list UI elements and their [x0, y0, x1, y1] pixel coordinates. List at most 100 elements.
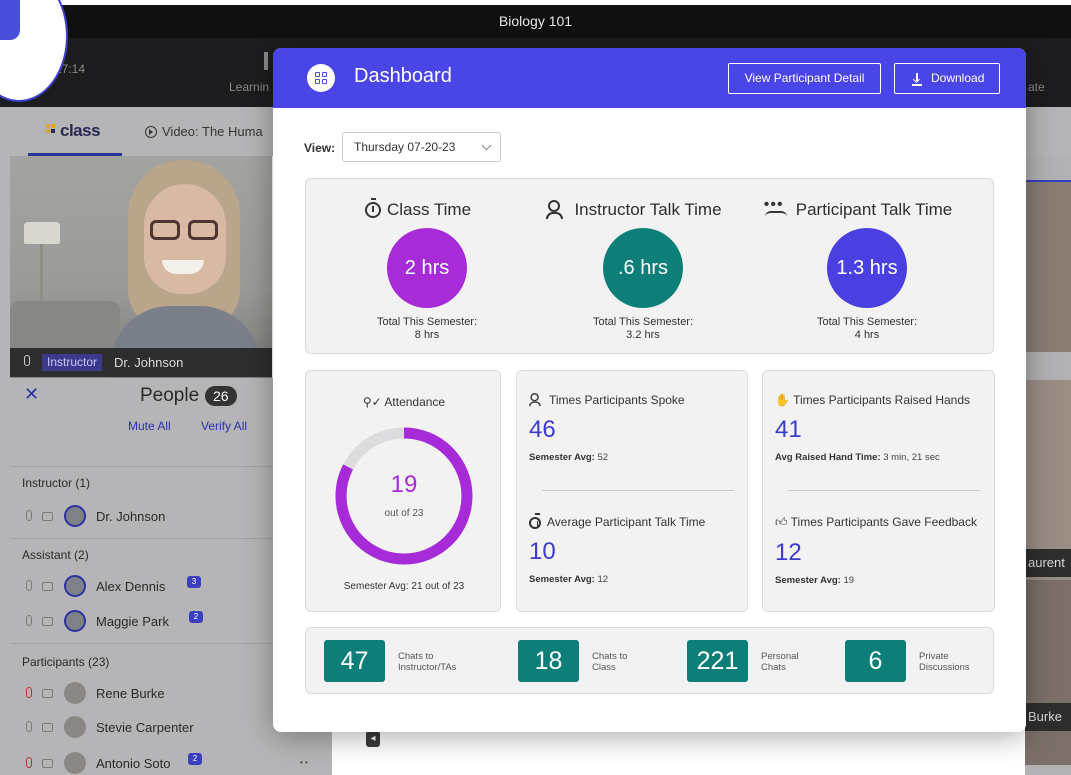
metric-sub-value: 4 hrs	[854, 329, 880, 341]
speaking-stats-panel: Times Participants Spoke 46 Semester Avg…	[516, 370, 748, 612]
people-title: People	[140, 385, 200, 406]
chevron-down-icon	[481, 140, 492, 151]
camera-icon[interactable]	[42, 689, 53, 698]
tab-video[interactable]: Video: The Huma	[145, 124, 263, 139]
stat-feedback: 👍︎ Times Participants Gave Feedback 12 S…	[775, 515, 985, 586]
list-item[interactable]: Rene Burke	[22, 681, 272, 705]
view-label: View:	[304, 141, 336, 155]
download-button[interactable]: Download	[894, 63, 1000, 94]
member-name: Stevie Carpenter	[96, 720, 194, 735]
metric-class-time: Class Time 2 hrs Total This Semester: 8 …	[306, 179, 530, 355]
microphone-muted-icon[interactable]	[26, 687, 32, 698]
chat-stat-label-line1: Private	[919, 651, 949, 662]
avatar	[64, 610, 86, 632]
speaking-icon	[546, 200, 568, 219]
chat-stat-label-line1: Personal	[761, 651, 799, 662]
stat-value: 12	[775, 539, 802, 566]
metric-sub-value: 8 hrs	[414, 329, 440, 341]
view-participant-detail-button[interactable]: View Participant Detail	[728, 63, 881, 94]
group-icon	[764, 196, 790, 218]
divider	[542, 490, 734, 491]
tile-name-label: aurent	[1025, 549, 1071, 577]
tab-class-label: class	[60, 121, 101, 140]
metric-title: Class Time	[386, 200, 472, 219]
date-select[interactable]: Thursday 07-20-23	[342, 132, 501, 162]
chat-stat-label-line1: Chats to	[398, 651, 434, 662]
close-icon[interactable]: ✕	[24, 384, 39, 405]
stat-avg-value: 52	[597, 452, 609, 463]
tab-class[interactable]: class	[28, 107, 122, 156]
toolbar-right-label[interactable]: ate	[1028, 80, 1045, 94]
camera-icon[interactable]	[42, 512, 53, 521]
window-title-bar: Biology 101	[0, 5, 1071, 38]
chat-badge[interactable]: 2	[188, 753, 202, 765]
corner-tab	[0, 0, 20, 40]
list-item[interactable]: Maggie Park 2	[22, 609, 272, 633]
avatar	[64, 752, 86, 774]
attendance-panel: ⚲✓ Attendance 19 out of 23 Semester Avg:…	[305, 370, 501, 612]
dashboard-modal: Dashboard View Participant Detail Downlo…	[273, 48, 1026, 732]
learning-label[interactable]: Learnin	[229, 80, 269, 94]
stat-avg-value: 12	[597, 574, 609, 585]
role-badge: Instructor	[42, 354, 103, 371]
member-name: Maggie Park	[96, 614, 169, 629]
section-instructor: Instructor (1)	[22, 476, 91, 490]
time-metrics-panel: Class Time 2 hrs Total This Semester: 8 …	[305, 178, 994, 354]
tile-name-label: Burke	[1025, 703, 1071, 731]
list-item[interactable]: Dr. Johnson	[22, 504, 272, 528]
metric-sub-label: Total This Semester:	[816, 316, 918, 328]
camera-icon[interactable]	[42, 582, 53, 591]
chat-stat-value: 221	[687, 640, 748, 682]
attendance-title: Attendance	[384, 395, 446, 409]
stat-avg-label: Semester Avg:	[529, 452, 595, 463]
play-icon	[145, 126, 157, 138]
list-item[interactable]: Stevie Carpenter	[22, 715, 272, 739]
metric-value-circle: 2 hrs	[387, 228, 467, 308]
date-select-value: Thursday 07-20-23	[354, 140, 456, 154]
list-item[interactable]: Antonio Soto 2	[22, 751, 272, 775]
mute-all-button[interactable]: Mute All	[128, 419, 171, 433]
stat-avg-label: Semester Avg:	[529, 574, 595, 585]
chat-badge[interactable]: 2	[189, 611, 203, 623]
microphone-muted-icon[interactable]	[26, 757, 32, 768]
microphone-icon[interactable]	[26, 510, 32, 521]
video-name-bar: Instructor Dr. Johnson	[10, 348, 272, 377]
stat-title: Times Participants Raised Hands	[793, 393, 971, 407]
stat-average-talk-time: Average Participant Talk Time 10 Semeste…	[529, 513, 739, 585]
microphone-icon[interactable]	[26, 580, 32, 591]
verify-all-button[interactable]: Verify All	[201, 419, 247, 433]
stat-title: Times Participants Gave Feedback	[790, 515, 977, 529]
pause-icon[interactable]	[264, 52, 268, 70]
list-item[interactable]: Alex Dennis 3	[22, 574, 272, 598]
metric-instructor-talk-time: Instructor Talk Time .6 hrs Total This S…	[522, 179, 746, 355]
attendance-semester-avg: Semester Avg: 21 out of 23	[343, 581, 465, 592]
chat-stats-panel: 47 Chats to Instructor/TAs 18 Chats to Cla…	[305, 627, 994, 694]
stopwatch-icon	[364, 198, 381, 218]
divider	[788, 490, 980, 491]
raised-hand-icon: ✋	[775, 393, 794, 407]
metric-title: Instructor Talk Time	[574, 200, 722, 219]
metric-value-circle: .6 hrs	[603, 228, 683, 308]
chat-stat-label-line2: Instructor/TAs	[398, 662, 457, 673]
metric-sub-label: Total This Semester:	[376, 316, 478, 328]
stat-times-spoke: Times Participants Spoke 46 Semester Avg…	[529, 393, 739, 463]
microphone-icon[interactable]	[26, 615, 32, 626]
modal-title: Dashboard	[354, 65, 452, 87]
camera-icon[interactable]	[42, 723, 53, 732]
camera-icon[interactable]	[42, 617, 53, 626]
camera-icon[interactable]	[42, 759, 53, 768]
window-title: Biology 101	[498, 13, 573, 29]
avatar	[64, 682, 86, 704]
collapse-panel-icon[interactable]: ◂	[366, 731, 380, 747]
more-icon[interactable]: • •	[300, 758, 308, 767]
modal-header: Dashboard View Participant Detail Downlo…	[273, 48, 1026, 108]
class-logo-icon	[46, 124, 60, 136]
microphone-icon[interactable]	[26, 721, 32, 732]
metric-value-circle: 1.3 hrs	[827, 228, 907, 308]
stat-avg-label: Avg Raised Hand Time:	[775, 452, 881, 463]
member-name: Alex Dennis	[96, 579, 166, 594]
chat-badge[interactable]: 3	[187, 576, 201, 588]
attendance-total: out of 23	[384, 508, 424, 519]
attendance-icon: ⚲✓	[362, 395, 385, 409]
stat-raised-hands: ✋ Times Participants Raised Hands 41 Avg…	[775, 393, 985, 463]
